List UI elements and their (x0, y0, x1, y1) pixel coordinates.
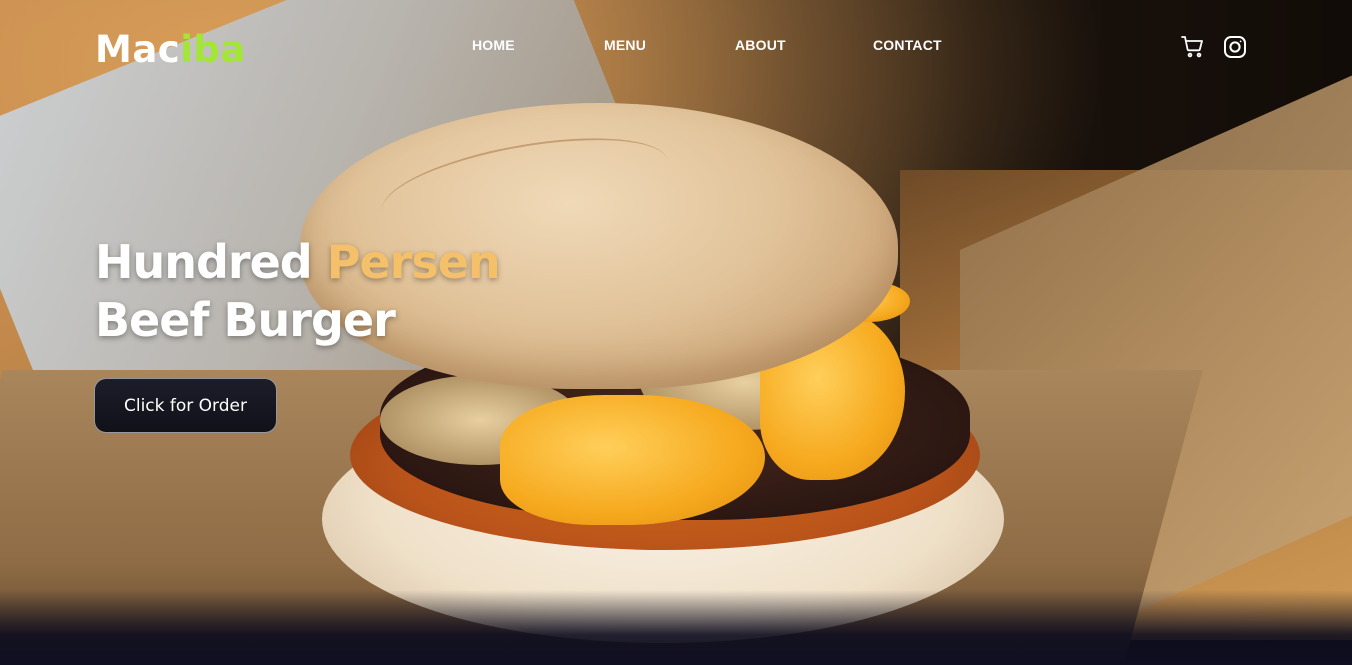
logo-accent-text: iba (180, 28, 246, 71)
site-logo[interactable]: Maciba (95, 28, 246, 71)
top-navigation: Maciba HOME MENU ABOUT CONTACT (0, 0, 1352, 95)
headline-accent-text: Persen (326, 235, 501, 289)
hero-headline: Hundred Persen Beef Burger (95, 233, 501, 349)
nav-item-home[interactable]: HOME (472, 37, 515, 53)
headline-text: Hundred (95, 235, 327, 289)
headline-line-2: Beef Burger (95, 293, 396, 347)
cart-icon[interactable] (1181, 35, 1205, 59)
logo-text: Mac (95, 28, 181, 71)
nav-item-about[interactable]: ABOUT (735, 37, 786, 53)
nav-item-menu[interactable]: MENU (604, 37, 646, 53)
instagram-icon[interactable] (1223, 35, 1247, 59)
bottom-shade (0, 590, 1352, 665)
nav-item-contact[interactable]: CONTACT (873, 37, 942, 53)
order-button[interactable]: Click for Order (94, 378, 277, 433)
